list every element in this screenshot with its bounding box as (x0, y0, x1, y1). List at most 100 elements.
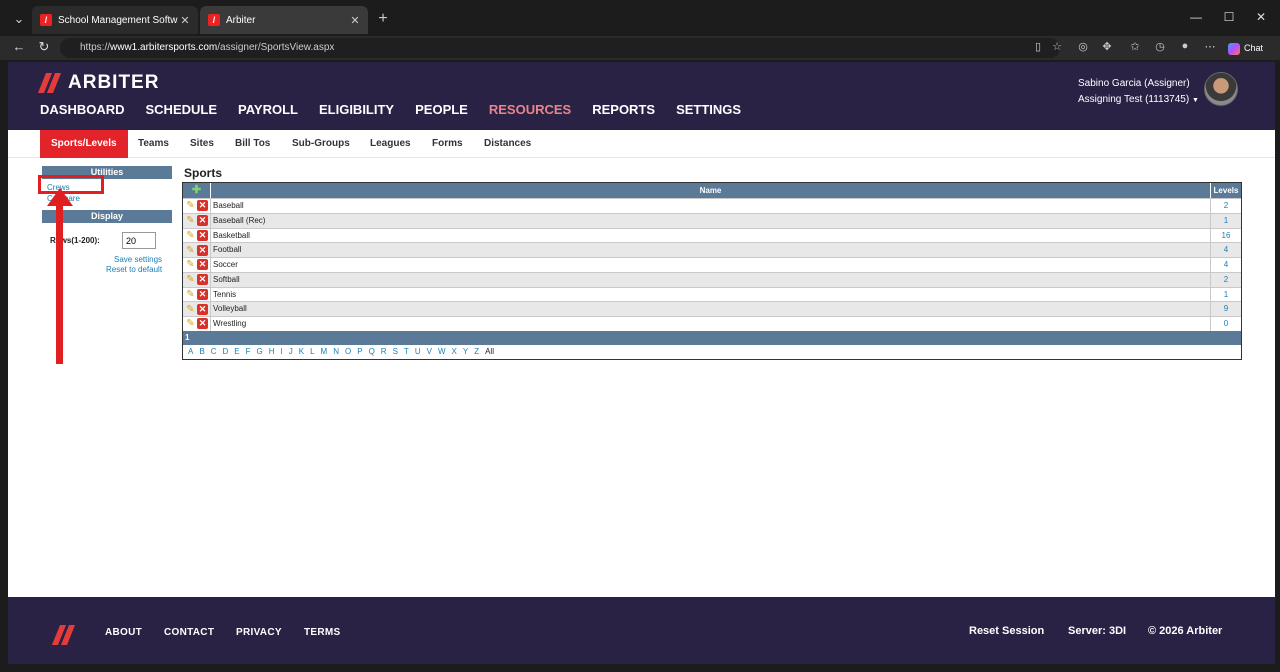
edit-pencil-icon[interactable]: ✎ (185, 274, 196, 285)
user-menu[interactable]: Sabino Garcia (Assigner) Assigning Test … (1078, 76, 1199, 109)
footer-about-link[interactable]: ABOUT (105, 627, 142, 638)
footer-contact-link[interactable]: CONTACT (164, 627, 214, 638)
alpha-link[interactable]: E (234, 347, 239, 356)
sport-levels-link[interactable]: 1 (1211, 288, 1241, 302)
alpha-link[interactable]: G (256, 347, 262, 356)
reading-view-icon[interactable]: ▯ (1030, 40, 1046, 53)
maximize-icon[interactable]: ☐ (1219, 10, 1239, 24)
alpha-link[interactable]: R (381, 347, 387, 356)
footer-privacy-link[interactable]: PRIVACY (236, 627, 282, 638)
refresh-icon[interactable]: ↻ (35, 39, 53, 55)
extension-icon[interactable]: ◎ (1075, 40, 1091, 53)
sport-levels-link[interactable]: 4 (1211, 243, 1241, 257)
alpha-link[interactable]: J (289, 347, 293, 356)
alpha-link[interactable]: T (404, 347, 409, 356)
edit-pencil-icon[interactable]: ✎ (185, 289, 196, 300)
tab-list-icon[interactable]: ⌄ (8, 8, 30, 30)
col-name[interactable]: Name (211, 183, 1211, 198)
nav-eligibility[interactable]: ELIGIBILITY (319, 102, 394, 117)
delete-x-icon[interactable]: ✕ (197, 200, 208, 212)
alpha-link[interactable]: Q (369, 347, 375, 356)
alpha-link[interactable]: D (222, 347, 228, 356)
url-field[interactable]: https://www1.arbitersports.com/assigner/… (60, 38, 1060, 58)
delete-x-icon[interactable]: ✕ (197, 288, 208, 300)
more-icon[interactable]: ⋯ (1202, 40, 1218, 53)
sport-levels-link[interactable]: 1 (1211, 214, 1241, 228)
delete-x-icon[interactable]: ✕ (197, 259, 208, 271)
nav-schedule[interactable]: SCHEDULE (146, 102, 218, 117)
rows-input[interactable] (122, 232, 156, 249)
subnav-distances[interactable]: Distances (473, 130, 542, 158)
new-tab-icon[interactable]: + (372, 8, 394, 30)
nav-reports[interactable]: REPORTS (592, 102, 655, 117)
close-tab-icon[interactable]: ✕ (348, 14, 362, 27)
col-levels[interactable]: Levels (1211, 183, 1241, 198)
edit-pencil-icon[interactable]: ✎ (185, 230, 196, 241)
alpha-link[interactable]: L (310, 347, 314, 356)
puzzle-icon[interactable]: ✥ (1099, 40, 1115, 53)
avatar[interactable] (1204, 72, 1238, 106)
nav-payroll[interactable]: PAYROLL (238, 102, 298, 117)
alpha-link[interactable]: V (427, 347, 432, 356)
edit-pencil-icon[interactable]: ✎ (185, 259, 196, 270)
sport-levels-link[interactable]: 16 (1211, 229, 1241, 243)
add-sport-icon[interactable]: ✚ (183, 183, 211, 198)
alpha-link[interactable]: U (415, 347, 421, 356)
reset-default-link[interactable]: Reset to default (106, 265, 162, 274)
alpha-link[interactable]: W (438, 347, 446, 356)
alpha-link[interactable]: A (188, 347, 193, 356)
alpha-link[interactable]: S (393, 347, 398, 356)
tab-arbiter[interactable]: / Arbiter ✕ (200, 6, 368, 34)
nav-dashboard[interactable]: DASHBOARD (40, 102, 125, 117)
alpha-link[interactable]: X (452, 347, 457, 356)
tab-school-management[interactable]: / School Management Software for ✕ (32, 6, 198, 34)
edit-pencil-icon[interactable]: ✎ (185, 200, 196, 211)
subnav-sub-groups[interactable]: Sub-Groups (281, 130, 361, 158)
arbiter-logo[interactable]: ARBITER (37, 72, 159, 94)
close-window-icon[interactable]: ✕ (1251, 10, 1271, 24)
alpha-link[interactable]: M (321, 347, 328, 356)
delete-x-icon[interactable]: ✕ (197, 318, 208, 330)
delete-x-icon[interactable]: ✕ (197, 215, 208, 227)
alpha-link[interactable]: O (345, 347, 351, 356)
subnav-bill-tos[interactable]: Bill Tos (224, 130, 281, 158)
edit-pencil-icon[interactable]: ✎ (185, 215, 196, 226)
page-number[interactable]: 1 (185, 333, 189, 342)
subnav-leagues[interactable]: Leagues (359, 130, 422, 158)
nav-settings[interactable]: SETTINGS (676, 102, 741, 117)
favorites-icon[interactable]: ✩ (1127, 40, 1143, 53)
subnav-sites[interactable]: Sites (179, 130, 225, 158)
delete-x-icon[interactable]: ✕ (197, 229, 208, 241)
reset-session-link[interactable]: Reset Session (969, 625, 1044, 637)
subnav-forms[interactable]: Forms (421, 130, 474, 158)
chat-button[interactable]: Chat (1228, 39, 1274, 57)
favorite-star-icon[interactable]: ☆ (1049, 40, 1065, 53)
alpha-link[interactable]: I (281, 347, 283, 356)
sport-levels-link[interactable]: 2 (1211, 273, 1241, 287)
sport-levels-link[interactable]: 2 (1211, 199, 1241, 213)
alpha-link[interactable]: H (269, 347, 275, 356)
edit-pencil-icon[interactable]: ✎ (185, 304, 196, 315)
alpha-link[interactable]: K (299, 347, 304, 356)
minimize-icon[interactable]: — (1186, 10, 1206, 24)
sport-levels-link[interactable]: 9 (1211, 302, 1241, 316)
alpha-all[interactable]: All (485, 347, 494, 356)
subnav-sports-levels[interactable]: Sports/Levels (40, 130, 128, 158)
alpha-link[interactable]: B (199, 347, 204, 356)
edit-pencil-icon[interactable]: ✎ (185, 245, 196, 256)
sport-levels-link[interactable]: 0 (1211, 317, 1241, 331)
delete-x-icon[interactable]: ✕ (197, 244, 208, 256)
back-icon[interactable]: ← (10, 39, 28, 54)
close-tab-icon[interactable]: ✕ (178, 14, 192, 27)
delete-x-icon[interactable]: ✕ (197, 303, 208, 315)
profile-icon[interactable]: ● (1177, 40, 1193, 52)
alpha-link[interactable]: F (246, 347, 251, 356)
nav-resources[interactable]: RESOURCES (489, 102, 571, 117)
subnav-teams[interactable]: Teams (127, 130, 180, 158)
alpha-link[interactable]: Z (474, 347, 479, 356)
delete-x-icon[interactable]: ✕ (197, 274, 208, 286)
alpha-link[interactable]: N (333, 347, 339, 356)
alpha-link[interactable]: Y (463, 347, 468, 356)
footer-logo-icon[interactable] (51, 625, 76, 645)
alpha-link[interactable]: P (357, 347, 362, 356)
